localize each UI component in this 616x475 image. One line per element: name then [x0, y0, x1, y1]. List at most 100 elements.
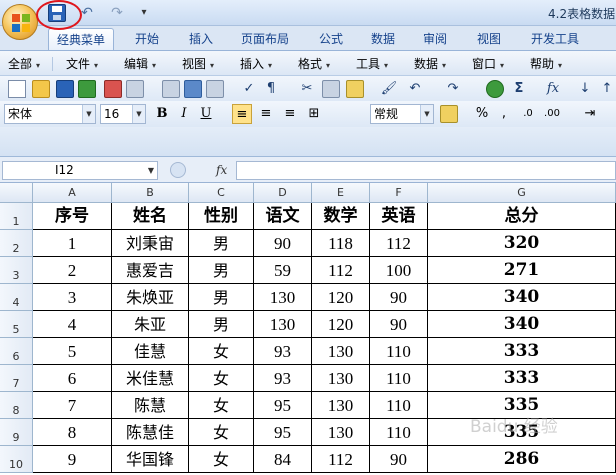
row-header-2[interactable]: 2 — [0, 230, 33, 257]
chevron-down-icon[interactable]: ▼ — [82, 105, 95, 123]
table-cell[interactable]: 佳慧 — [112, 338, 189, 365]
column-header-b[interactable]: B — [112, 183, 189, 203]
table-header-cell[interactable]: 总分 — [428, 203, 616, 230]
table-cell[interactable]: 女 — [189, 365, 254, 392]
print-preview-icon[interactable] — [104, 80, 122, 98]
table-cell[interactable]: 95 — [254, 392, 312, 419]
table-cell[interactable]: 95 — [254, 419, 312, 446]
table-cell[interactable]: 130 — [312, 338, 370, 365]
open-folder-icon[interactable] — [32, 80, 50, 98]
chevron-down-icon[interactable]: ▼ — [148, 162, 154, 179]
table-cell[interactable]: 2 — [33, 257, 112, 284]
spelling-icon[interactable]: ✓ — [240, 80, 258, 98]
table-cell[interactable]: 朱焕亚 — [112, 284, 189, 311]
table-cell[interactable]: 110 — [370, 338, 428, 365]
table-cell[interactable]: 118 — [312, 230, 370, 257]
row-header-6[interactable]: 6 — [0, 338, 33, 365]
table-cell[interactable]: 刘秉宙 — [112, 230, 189, 257]
table-cell[interactable]: 陈慧 — [112, 392, 189, 419]
row-header-5[interactable]: 5 — [0, 311, 33, 338]
formula-input[interactable] — [236, 161, 616, 180]
table-header-cell[interactable]: 性别 — [189, 203, 254, 230]
table-header-cell[interactable]: 序号 — [33, 203, 112, 230]
permission-icon[interactable] — [78, 80, 96, 98]
table-cell[interactable]: 4 — [33, 311, 112, 338]
table-cell[interactable]: 100 — [370, 257, 428, 284]
table-cell[interactable]: 130 — [312, 365, 370, 392]
table-cell[interactable]: 271 — [428, 257, 616, 284]
undo-icon[interactable]: ↶ — [78, 4, 96, 22]
tab-classic-menu[interactable]: 经典菜单 — [48, 28, 114, 50]
table-cell[interactable]: 女 — [189, 446, 254, 473]
font-size-combo[interactable]: 16 ▼ — [100, 104, 146, 124]
undo-icon[interactable]: ↶ — [406, 80, 424, 98]
table-cell[interactable]: 90 — [254, 230, 312, 257]
table-cell[interactable]: 惠爱吉 — [112, 257, 189, 284]
print-icon[interactable] — [162, 80, 180, 98]
tab-home[interactable]: 开始 — [124, 28, 170, 50]
row-header-10[interactable]: 10 — [0, 446, 33, 473]
table-cell[interactable]: 335 — [428, 419, 616, 446]
tab-data[interactable]: 数据 — [360, 28, 406, 50]
table-cell[interactable]: 陈慧佳 — [112, 419, 189, 446]
increase-decimal-button[interactable]: .0 — [518, 104, 538, 124]
table-cell[interactable]: 130 — [312, 392, 370, 419]
row-header-9[interactable]: 9 — [0, 419, 33, 446]
table-header-cell[interactable]: 语文 — [254, 203, 312, 230]
menu-format[interactable]: 格式 ▾ — [298, 55, 330, 73]
table-cell[interactable]: 93 — [254, 365, 312, 392]
table-cell[interactable]: 120 — [312, 311, 370, 338]
percent-button[interactable]: % — [472, 104, 492, 124]
table-cell[interactable]: 7 — [33, 392, 112, 419]
research-icon[interactable] — [206, 80, 224, 98]
menu-window[interactable]: 窗口 ▾ — [472, 55, 504, 73]
row-header-3[interactable]: 3 — [0, 257, 33, 284]
table-cell[interactable]: 112 — [312, 257, 370, 284]
chevron-down-icon[interactable]: ▼ — [420, 105, 433, 123]
customize-qat-icon[interactable]: ▾ — [138, 4, 150, 22]
table-cell[interactable]: 340 — [428, 311, 616, 338]
decrease-decimal-button[interactable]: .00 — [542, 104, 562, 124]
menu-view[interactable]: 视图 ▾ — [182, 55, 214, 73]
table-cell[interactable]: 59 — [254, 257, 312, 284]
menu-file[interactable]: 文件 ▾ — [66, 55, 98, 73]
formula-splitter-icon[interactable] — [170, 162, 186, 178]
attach-icon[interactable] — [126, 80, 144, 98]
indent-button[interactable]: ⇥ — [580, 104, 600, 124]
table-cell[interactable]: 男 — [189, 257, 254, 284]
table-cell[interactable]: 男 — [189, 230, 254, 257]
fx-icon[interactable]: fx — [216, 161, 227, 180]
table-cell[interactable]: 110 — [370, 392, 428, 419]
align-right-button[interactable]: ≡ — [280, 104, 300, 124]
table-cell[interactable]: 6 — [33, 365, 112, 392]
align-left-button[interactable]: ≡ — [232, 104, 252, 124]
table-cell[interactable]: 女 — [189, 338, 254, 365]
table-header-cell[interactable]: 数学 — [312, 203, 370, 230]
table-cell[interactable]: 320 — [428, 230, 616, 257]
align-center-button[interactable]: ≡ — [256, 104, 276, 124]
tab-developer[interactable]: 开发工具 — [522, 28, 588, 50]
table-cell[interactable]: 90 — [370, 284, 428, 311]
table-cell[interactable]: 120 — [312, 284, 370, 311]
column-header-a[interactable]: A — [33, 183, 112, 203]
name-box[interactable]: I12 ▼ — [2, 161, 158, 180]
tab-insert[interactable]: 插入 — [178, 28, 224, 50]
table-cell[interactable]: 335 — [428, 392, 616, 419]
chevron-down-icon[interactable]: ▼ — [132, 105, 145, 123]
table-header-cell[interactable]: 英语 — [370, 203, 428, 230]
bold-button[interactable]: B — [152, 104, 172, 124]
table-cell[interactable]: 110 — [370, 419, 428, 446]
table-cell[interactable]: 朱亚 — [112, 311, 189, 338]
table-cell[interactable]: 333 — [428, 365, 616, 392]
merge-center-button[interactable]: ⊞ — [304, 104, 324, 124]
table-cell[interactable]: 1 — [33, 230, 112, 257]
menu-insert[interactable]: 插入 ▾ — [240, 55, 272, 73]
menu-data[interactable]: 数据 ▾ — [414, 55, 446, 73]
table-cell[interactable]: 男 — [189, 284, 254, 311]
sort-desc-icon[interactable]: ↑ — [598, 80, 616, 98]
office-button[interactable] — [2, 4, 38, 40]
cut-icon[interactable]: ✂ — [298, 80, 316, 98]
column-header-c[interactable]: C — [189, 183, 254, 203]
insert-function-icon[interactable]: fx — [544, 80, 562, 98]
menu-all[interactable]: 全部 ▾ — [8, 55, 40, 73]
